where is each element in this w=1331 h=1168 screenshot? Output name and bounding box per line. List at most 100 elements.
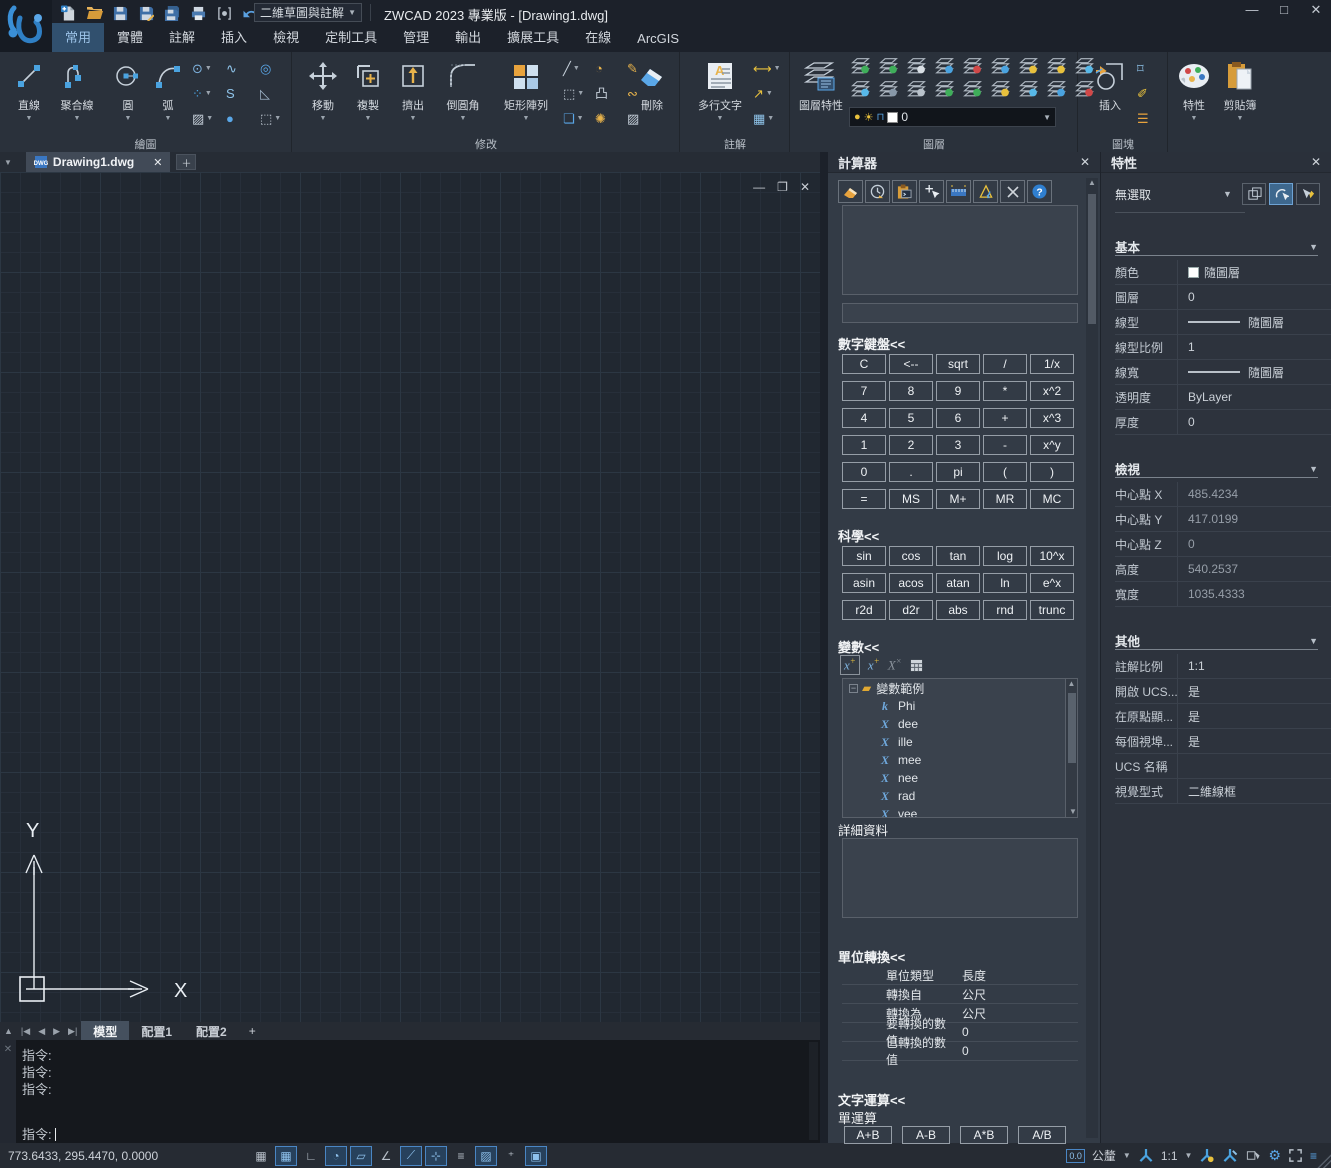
- numpad-button-<--[interactable]: <--: [889, 354, 933, 374]
- variables-folder-row[interactable]: − ▰ 變數範例: [843, 679, 1077, 697]
- annotation-scale-icon[interactable]: [1138, 1148, 1154, 1163]
- layer-tool-icon[interactable]: [963, 57, 987, 80]
- snap-from-icon[interactable]: ⊹: [425, 1146, 447, 1166]
- property-row[interactable]: 中心點 Z0: [1115, 532, 1331, 557]
- layout-tab-1[interactable]: 模型: [81, 1021, 129, 1042]
- property-row[interactable]: 線寬隨圖層: [1115, 360, 1331, 385]
- maximize-button[interactable]: □: [1275, 2, 1293, 18]
- scientific-button-log[interactable]: log: [983, 546, 1027, 566]
- chevron-down-icon[interactable]: ▼: [1223, 189, 1232, 199]
- tree-scrollbar[interactable]: ▲ ▼: [1065, 679, 1077, 817]
- numpad-button-C[interactable]: C: [842, 354, 886, 374]
- auto-annotate-icon[interactable]: [1222, 1148, 1238, 1163]
- units-header[interactable]: 單位轉換<<: [838, 947, 905, 966]
- close-command-icon[interactable]: ✕: [4, 1044, 12, 1055]
- property-row[interactable]: 每個視埠...是: [1115, 729, 1331, 754]
- modify-tool-icon[interactable]: 凸: [595, 81, 623, 106]
- layer-tool-icon[interactable]: [991, 80, 1015, 103]
- lineweight-icon[interactable]: ≡: [450, 1146, 472, 1166]
- ortho-icon[interactable]: ∟: [300, 1146, 322, 1166]
- command-prompt[interactable]: 指令:: [22, 1124, 56, 1143]
- paste-to-command-icon[interactable]: [892, 180, 917, 203]
- scientific-header[interactable]: 科學<<: [838, 526, 879, 545]
- layer-tool-icon[interactable]: [1019, 80, 1043, 103]
- clear-icon[interactable]: [1000, 180, 1025, 203]
- scientific-button-10^x[interactable]: 10^x: [1030, 546, 1074, 566]
- numpad-button-1/x[interactable]: 1/x: [1030, 354, 1074, 374]
- block-tool-icon[interactable]: ☰: [1137, 106, 1163, 131]
- grid-snap-icon[interactable]: ▦: [250, 1146, 272, 1166]
- workspace-switcher[interactable]: 二維草圖與註解 ▼: [254, 3, 362, 22]
- numpad-button-.[interactable]: .: [889, 462, 933, 482]
- scientific-button-r2d[interactable]: r2d: [842, 600, 886, 620]
- mtext-button[interactable]: A 多行文字▼: [689, 58, 751, 138]
- annotation-tool-icon[interactable]: ⟷▼: [753, 56, 787, 81]
- numpad-button-6[interactable]: 6: [936, 408, 980, 428]
- numpad-button-MC[interactable]: MC: [1030, 489, 1074, 509]
- numpad-header[interactable]: 數字鍵盤<<: [838, 334, 905, 353]
- properties-palette-button[interactable]: 特性▼: [1171, 58, 1217, 138]
- property-row[interactable]: 註解比例1:1: [1115, 654, 1331, 679]
- ribbon-tab-8[interactable]: 輸出: [442, 23, 494, 52]
- section-header-基本[interactable]: 基本▼: [1115, 238, 1318, 256]
- layer-tool-icon[interactable]: [879, 80, 903, 103]
- text-op-button-A*B[interactable]: A*B: [960, 1126, 1008, 1144]
- property-row[interactable]: 中心點 X485.4234: [1115, 482, 1331, 507]
- open-file-icon[interactable]: [84, 4, 104, 22]
- eraser-icon[interactable]: [838, 180, 863, 203]
- stretch-button[interactable]: 擠出▼: [390, 58, 436, 138]
- close-button[interactable]: ✕: [1307, 2, 1325, 18]
- chevron-down-icon[interactable]: ▼: [1185, 1151, 1193, 1160]
- print-icon[interactable]: [188, 4, 208, 22]
- layer-tool-icon[interactable]: [1047, 80, 1071, 103]
- ribbon-tab-9[interactable]: 擴展工具: [494, 23, 572, 52]
- variable-row[interactable]: Xvee: [843, 805, 1077, 818]
- history-icon[interactable]: [865, 180, 890, 203]
- scientific-button-atan[interactable]: atan: [936, 573, 980, 593]
- measure-distance-icon[interactable]: [946, 180, 971, 203]
- close-tab-icon[interactable]: ✕: [153, 156, 162, 169]
- numpad-button-7[interactable]: 7: [842, 381, 886, 401]
- scientific-button-asin[interactable]: asin: [842, 573, 886, 593]
- doc-restore-button[interactable]: ❐: [777, 180, 788, 194]
- layer-tool-icon[interactable]: [1019, 57, 1043, 80]
- property-row[interactable]: 高度540.2537: [1115, 557, 1331, 582]
- modify-tool-icon[interactable]: ⬚▼: [563, 81, 591, 106]
- toggle-pickadd-icon[interactable]: [1296, 183, 1320, 205]
- numpad-button-1[interactable]: 1: [842, 435, 886, 455]
- ribbon-tab-6[interactable]: 定制工具: [312, 23, 390, 52]
- draw-tool-icon[interactable]: ●: [226, 106, 256, 131]
- ribbon-tab-3[interactable]: 註解: [156, 23, 208, 52]
- numpad-button--[interactable]: -: [983, 435, 1027, 455]
- variable-row[interactable]: Xmee: [843, 751, 1077, 769]
- annotation-visibility-icon[interactable]: [1199, 1148, 1215, 1163]
- close-calculator-icon[interactable]: ✕: [1080, 155, 1090, 169]
- snap-tracking-icon[interactable]: ⟋: [400, 1146, 422, 1166]
- draw-tool-icon[interactable]: S: [226, 81, 256, 106]
- unit-conversion-row[interactable]: 單位類型長度: [842, 966, 1078, 985]
- fillet-button[interactable]: 倒圓角▼: [435, 58, 491, 138]
- layer-tool-icon[interactable]: [907, 80, 931, 103]
- save-icon[interactable]: [110, 4, 130, 22]
- numpad-button-)[interactable]: ): [1030, 462, 1074, 482]
- selection-filter[interactable]: 無選取: [1115, 186, 1151, 203]
- layout-menu-icon[interactable]: ▲: [4, 1026, 13, 1036]
- draw-tool-icon[interactable]: ⁘▼: [192, 81, 222, 106]
- circle-button[interactable]: 圓▼: [108, 58, 148, 138]
- layer-tool-icon[interactable]: [963, 80, 987, 103]
- annotation-tool-icon[interactable]: ▦▼: [753, 106, 787, 131]
- save-as-icon[interactable]: [136, 4, 156, 22]
- modify-tool-icon[interactable]: ╱▼: [563, 56, 591, 81]
- numpad-button-x^3[interactable]: x^3: [1030, 408, 1074, 428]
- point-input-icon[interactable]: ⁺: [500, 1146, 522, 1166]
- new-file-icon[interactable]: [58, 4, 78, 22]
- edit-variable-icon[interactable]: x+: [868, 656, 880, 673]
- resize-grip[interactable]: [1317, 1154, 1331, 1168]
- unit-conversion-row[interactable]: 轉換自公尺: [842, 985, 1078, 1004]
- property-row[interactable]: 厚度0: [1115, 410, 1331, 435]
- calculator-grid-icon[interactable]: [910, 659, 923, 672]
- transparency-icon[interactable]: ▨: [475, 1146, 497, 1166]
- prev-layout-icon[interactable]: ◀: [38, 1026, 45, 1037]
- block-marker-icon[interactable]: [214, 4, 234, 22]
- modify-tool-icon[interactable]: ◔: [595, 56, 623, 81]
